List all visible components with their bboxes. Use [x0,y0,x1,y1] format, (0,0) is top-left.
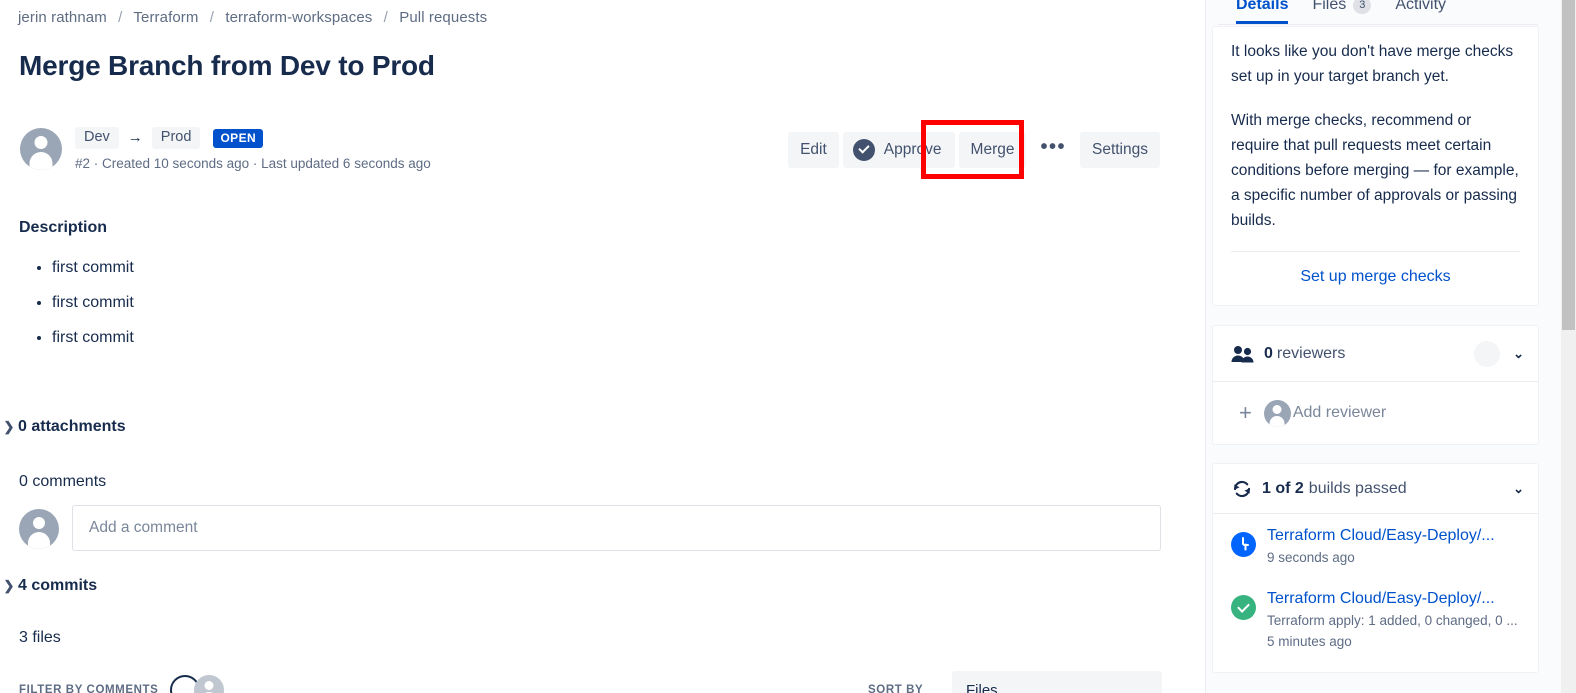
tab-activity-label: Activity [1395,0,1447,13]
pull-request-page: jerin rathnam / Terraform / terraform-wo… [0,0,1576,693]
action-toolbar: Edit Approve Merge ••• Settings [788,132,1160,168]
person-icon [1263,399,1291,427]
build-item[interactable]: Terraform Cloud/Easy-Deploy/... 9 second… [1213,514,1538,577]
target-branch-chip[interactable]: Prod [151,127,201,149]
builds-header: 1 of 2 builds passed ⌄ [1213,464,1538,514]
settings-button[interactable]: Settings [1079,132,1160,168]
details-sidebar: Details Files 3 Activity It looks like y… [1205,0,1561,693]
commits-label: 4 commits [18,577,98,594]
reviewers-header: 0 reviewers ⌄ [1213,326,1538,382]
build-body: Terraform Cloud/Easy-Deploy/... Terrafor… [1267,588,1524,652]
pull-request-summary: Dev → Prod OPEN #2 · Created 10 seconds … [20,127,431,171]
add-reviewer-button[interactable]: + Add reviewer [1213,382,1538,444]
edit-button[interactable]: Edit [788,132,839,168]
sort-by-label: SORT BY [868,684,924,693]
add-comment-row [19,505,1161,551]
list-item: first commit [52,320,134,355]
chevron-right-icon: ❯ [3,578,15,593]
build-body: Terraform Cloud/Easy-Deploy/... 9 second… [1267,525,1495,568]
tab-files-label: Files [1312,0,1347,13]
build-time: 5 minutes ago [1267,634,1352,649]
chevron-down-icon[interactable]: ⌄ [1513,346,1524,362]
status-badge: OPEN [213,128,264,148]
description-list: first commit first commit first commit [19,250,134,355]
description-heading: Description [19,219,108,236]
breadcrumb-item-repository[interactable]: terraform-workspaces [225,9,372,26]
filter-by-comments-label: FILTER BY COMMENTS [19,684,159,693]
set-up-merge-checks-link[interactable]: Set up merge checks [1213,252,1538,286]
builds-label: builds passed [1308,479,1407,497]
tab-files-count: 3 [1353,0,1372,14]
author-avatar [20,128,62,170]
page-scrollbar-thumb[interactable] [1562,0,1575,330]
tab-details[interactable]: Details [1236,0,1289,24]
breadcrumb-item-project[interactable]: Terraform [133,9,198,26]
breadcrumb: jerin rathnam / Terraform / terraform-wo… [18,9,487,26]
build-name-link[interactable]: Terraform Cloud/Easy-Deploy/... [1267,588,1524,610]
list-item: first commit [52,285,134,320]
sync-icon [1233,480,1251,497]
builds-card: 1 of 2 builds passed ⌄ Terraform Cloud/E… [1212,463,1539,673]
arrow-right-icon: → [127,129,143,146]
plus-icon: + [1239,400,1252,425]
reviewers-count: 0 [1264,344,1273,362]
tab-details-label: Details [1236,0,1289,13]
add-reviewer-label: Add reviewer [1292,404,1387,421]
page-scrollbar[interactable] [1561,0,1576,693]
list-item: first commit [52,250,134,285]
build-time: 9 seconds ago [1267,550,1355,565]
filter-bar: FILTER BY COMMENTS SORT BY Files [0,670,1205,693]
merge-checks-paragraph-1: It looks like you don't have merge check… [1231,43,1514,85]
tab-files[interactable]: Files 3 [1312,0,1372,24]
breadcrumb-separator: / [118,9,123,26]
breadcrumb-separator: / [383,9,388,26]
page-title: Merge Branch from Dev to Prod [19,50,435,81]
source-branch-chip[interactable]: Dev [75,127,119,149]
people-icon [1231,345,1254,362]
reviewer-placeholder-avatar [1474,340,1501,367]
current-user-avatar [19,509,59,549]
comment-input[interactable] [72,505,1161,551]
attachments-toggle[interactable]: ❯ 0 attachments [0,418,126,436]
builds-count: 1 of 2 [1262,479,1304,497]
sidebar-tabs-divider [1218,24,1538,25]
approve-button[interactable]: Approve [842,132,955,168]
reviewers-label: reviewers [1276,344,1346,362]
commits-toggle[interactable]: ❯ 4 commits [0,577,98,595]
clock-icon [1231,532,1256,557]
more-actions-button[interactable]: ••• [1030,132,1076,168]
comments-heading: 0 comments [19,473,107,490]
filter-avatars[interactable] [170,675,225,693]
branch-row: Dev → Prod OPEN [75,127,431,149]
merge-checks-paragraph-2: With merge checks, recommend or require … [1231,112,1519,229]
check-circle-icon [1231,595,1256,620]
attachments-label: 0 attachments [18,418,126,435]
build-item[interactable]: Terraform Cloud/Easy-Deploy/... Terrafor… [1213,577,1538,661]
sort-by-select[interactable]: Files [952,671,1162,693]
approve-button-label: Approve [883,141,942,158]
avatar[interactable] [194,675,225,693]
tab-activity[interactable]: Activity [1395,0,1446,24]
chevron-right-icon: ❯ [3,419,15,434]
build-detail: Terraform apply: 1 added, 0 changed, 0 .… [1267,613,1518,628]
merge-checks-card: It looks like you don't have merge check… [1212,26,1539,306]
build-name-link[interactable]: Terraform Cloud/Easy-Deploy/... [1267,525,1495,547]
merge-button[interactable]: Merge [958,132,1027,168]
chevron-down-icon[interactable]: ⌄ [1513,481,1524,497]
pull-request-meta: #2 · Created 10 seconds ago · Last updat… [75,156,431,171]
main-content: jerin rathnam / Terraform / terraform-wo… [0,0,1205,693]
check-circle-icon [852,139,875,161]
breadcrumb-item-pull-requests[interactable]: Pull requests [399,9,487,26]
breadcrumb-separator: / [209,9,215,26]
sidebar-tabs: Details Files 3 Activity [1206,0,1546,24]
breadcrumb-item-workspace[interactable]: jerin rathnam [18,9,107,26]
ellipsis-icon: ••• [1040,136,1066,158]
reviewers-card: 0 reviewers ⌄ + Add reviewer [1212,325,1539,445]
files-heading: 3 files [19,629,61,646]
